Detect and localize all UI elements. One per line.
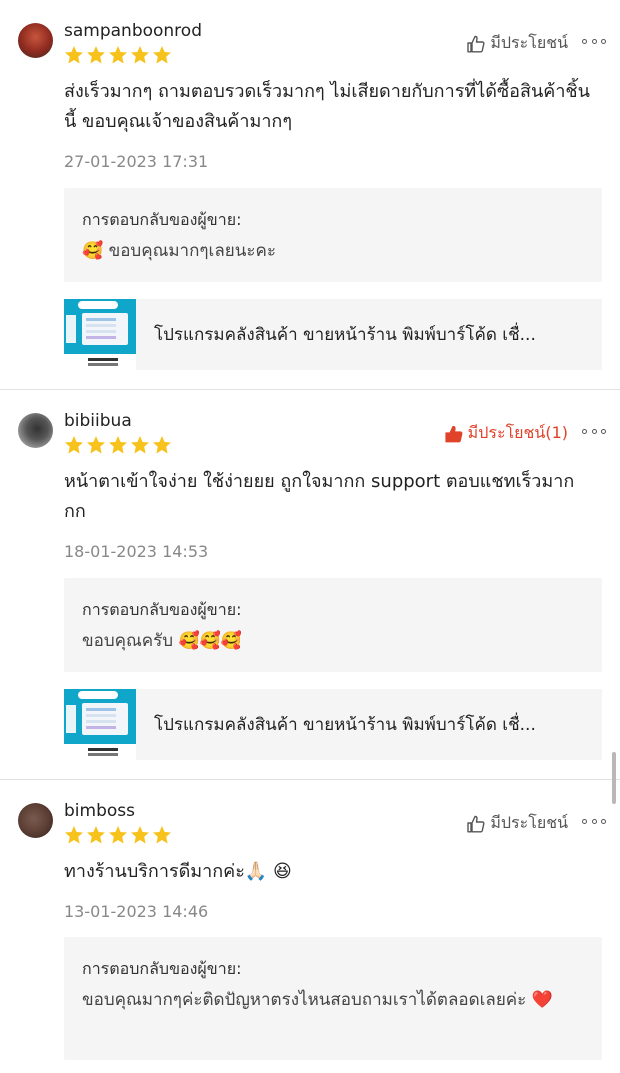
avatar[interactable] xyxy=(18,413,53,448)
star-icon xyxy=(153,826,171,844)
helpful-label: มีประโยชน์ xyxy=(490,33,568,52)
review-comment: ทางร้านบริการดีมากค่ะ🙏🏻 😆 xyxy=(64,861,292,882)
rating-stars xyxy=(64,825,172,845)
avatar[interactable] xyxy=(18,23,53,58)
review-date: 27-01-2023 17:31 xyxy=(64,152,209,171)
review-comment: ส่งเร็วมากๆ ถามตอบรวดเร็วมากๆ ไม่เสียดาย… xyxy=(64,81,590,132)
review-date: 18-01-2023 14:53 xyxy=(64,542,209,561)
helpful-button[interactable]: มีประโยชน์ xyxy=(466,31,568,56)
more-options-icon[interactable] xyxy=(582,811,606,831)
seller-reply-label: การตอบกลับของผู้ขาย: xyxy=(82,210,242,229)
seller-reply-text: ขอบคุณมากๆค่ะติดปัญหาตรงไหนสอบถามเราได้ต… xyxy=(82,990,553,1010)
review-date: 13-01-2023 14:46 xyxy=(64,902,209,921)
product-thumbnail xyxy=(64,689,136,760)
reviewer-name: bibiibua xyxy=(64,411,132,431)
star-icon xyxy=(87,826,105,844)
star-icon xyxy=(109,46,127,64)
seller-reply: การตอบกลับของผู้ขาย: ขอบคุณครับ 🥰🥰🥰 xyxy=(64,578,602,672)
star-icon xyxy=(65,46,83,64)
product-link[interactable]: โปรแกรมคลังสินค้า ขายหน้าร้าน พิมพ์บาร์โ… xyxy=(64,689,602,760)
product-name: โปรแกรมคลังสินค้า ขายหน้าร้าน พิมพ์บาร์โ… xyxy=(154,325,536,345)
thumbs-up-icon xyxy=(445,425,463,442)
more-options-icon[interactable] xyxy=(582,421,606,441)
seller-reply-label: การตอบกลับของผู้ขาย: xyxy=(82,600,242,619)
seller-reply-text: ขอบคุณครับ 🥰🥰🥰 xyxy=(82,631,242,651)
helpful-button[interactable]: มีประโยชน์ xyxy=(466,811,568,836)
helpful-button[interactable]: มีประโยชน์(1) xyxy=(444,421,568,446)
review-comment: หน้าตาเข้าใจง่าย ใช้ง่ายยย ถูกใจมากก sup… xyxy=(64,471,575,522)
product-link[interactable]: โปรแกรมคลังสินค้า ขายหน้าร้าน พิมพ์บาร์โ… xyxy=(64,299,602,370)
helpful-label: มีประโยชน์ xyxy=(490,813,568,832)
rating-stars xyxy=(64,45,172,65)
star-icon xyxy=(153,436,171,454)
scrollbar[interactable] xyxy=(612,752,616,804)
seller-reply-label: การตอบกลับของผู้ขาย: xyxy=(82,959,242,978)
rating-stars xyxy=(64,435,172,455)
star-icon xyxy=(109,826,127,844)
product-thumbnail xyxy=(64,299,136,370)
seller-reply: การตอบกลับของผู้ขาย: 🥰 ขอบคุณมากๆเลยนะคะ xyxy=(64,188,602,282)
helpful-label: มีประโยชน์(1) xyxy=(467,423,568,442)
star-icon xyxy=(131,46,149,64)
review-item: bimboss มีประโยชน์ ทางร้านบริการดีมากค่ะ… xyxy=(0,780,620,1073)
star-icon xyxy=(131,436,149,454)
star-icon xyxy=(65,436,83,454)
reviewer-name: bimboss xyxy=(64,801,135,821)
more-options-icon[interactable] xyxy=(582,31,606,51)
star-icon xyxy=(87,436,105,454)
star-icon xyxy=(109,436,127,454)
star-icon xyxy=(131,826,149,844)
avatar[interactable] xyxy=(18,803,53,838)
thumbs-up-icon xyxy=(467,35,485,52)
seller-reply-text: 🥰 ขอบคุณมากๆเลยนะคะ xyxy=(82,241,276,261)
review-item: bibiibua มีประโยชน์(1) หน้าตาเข้าใจง่าย … xyxy=(0,390,620,780)
seller-reply: การตอบกลับของผู้ขาย: ขอบคุณมากๆค่ะติดปัญ… xyxy=(64,937,602,1060)
thumbs-up-icon xyxy=(467,815,485,832)
review-item: sampanboonrod มีประโยชน์ ส่งเร็วมากๆ ถาม… xyxy=(0,0,620,390)
star-icon xyxy=(87,46,105,64)
product-name: โปรแกรมคลังสินค้า ขายหน้าร้าน พิมพ์บาร์โ… xyxy=(154,715,536,735)
reviewer-name: sampanboonrod xyxy=(64,21,202,41)
star-icon xyxy=(65,826,83,844)
star-icon xyxy=(153,46,171,64)
